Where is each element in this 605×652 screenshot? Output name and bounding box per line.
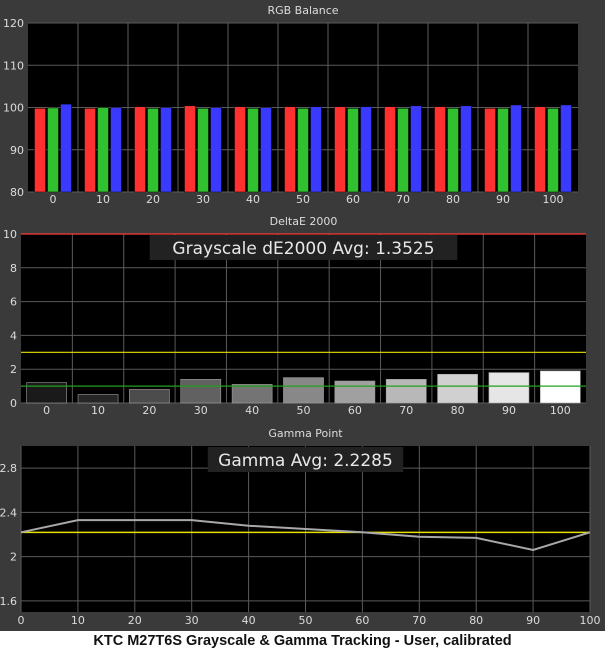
y-tick-label: 4 <box>10 329 17 342</box>
bar-red-0 <box>34 108 46 193</box>
x-tick-label: 50 <box>299 614 313 627</box>
x-tick-label: 100 <box>580 614 601 627</box>
bar-green-90 <box>497 108 509 193</box>
y-tick-label: 110 <box>3 59 24 72</box>
bar-green-20 <box>147 108 159 193</box>
x-tick-label: 10 <box>71 614 85 627</box>
bar-green-70 <box>397 108 409 193</box>
charts-svg: RGB Balance80901001101200 10 20 30 40 50 60 70 8… <box>0 4 601 627</box>
bar-de-40 <box>231 384 273 404</box>
x-tick-label: 70 <box>396 193 410 206</box>
bar-de-100 <box>539 370 581 404</box>
x-tick-label: 80 <box>451 404 465 417</box>
x-tick-label: 10 <box>96 193 110 206</box>
bar-green-50 <box>297 108 309 193</box>
bar-de-90 <box>488 372 530 404</box>
x-tick-label: 60 <box>346 193 360 206</box>
x-tick-label: 90 <box>526 614 540 627</box>
bar-blue-80 <box>460 105 472 193</box>
x-tick-label: 0 <box>50 193 57 206</box>
x-tick-label: 70 <box>412 614 426 627</box>
bar-red-100 <box>534 106 546 193</box>
x-tick-label: 80 <box>446 193 460 206</box>
y-tick-label: 2 <box>10 363 17 376</box>
bar-blue-70 <box>410 105 422 193</box>
x-tick-label: 30 <box>194 404 208 417</box>
bar-blue-60 <box>360 106 372 193</box>
annotation-text: Grayscale dE2000 Avg: 1.3525 <box>172 239 434 259</box>
x-tick-label: 50 <box>296 193 310 206</box>
x-tick-label: 80 <box>469 614 483 627</box>
bar-red-30 <box>184 105 196 193</box>
bar-red-20 <box>134 106 146 193</box>
y-tick-label: 1.6 <box>0 595 17 608</box>
y-tick-label: 8 <box>10 262 17 275</box>
bar-green-80 <box>447 108 459 193</box>
y-tick-label: 2.8 <box>0 462 17 475</box>
bar-de-60 <box>334 380 376 404</box>
figure-caption: KTC M27T6S Grayscale & Gamma Tracking - … <box>0 631 605 652</box>
bar-blue-20 <box>160 107 172 193</box>
x-tick-label: 90 <box>496 193 510 206</box>
bar-red-70 <box>384 106 396 193</box>
bar-blue-90 <box>510 104 522 193</box>
bar-green-30 <box>197 108 209 193</box>
bar-de-20 <box>129 389 170 404</box>
x-tick-label: 30 <box>185 614 199 627</box>
y-tick-label: 2 <box>10 551 17 564</box>
x-tick-label: 100 <box>543 193 564 206</box>
x-tick-label: 50 <box>297 404 311 417</box>
x-tick-label: 40 <box>246 193 260 206</box>
x-tick-label: 0 <box>43 404 50 417</box>
bar-red-60 <box>334 106 346 193</box>
y-tick-label: 100 <box>3 102 24 115</box>
chart-stage: RGB Balance 80 90 100 110 120 0 10 20 30 40 50 60 70 8… <box>0 0 605 631</box>
chart-title: DeltaE 2000 <box>270 215 338 228</box>
bar-green-0 <box>47 107 59 193</box>
chart-title: RGB Balance <box>267 4 338 17</box>
y-tick-label: 10 <box>3 228 17 241</box>
x-tick-label: 40 <box>245 404 259 417</box>
bar-blue-0 <box>60 103 72 193</box>
x-tick-label: 60 <box>355 614 369 627</box>
bar-de-80 <box>437 373 478 404</box>
bar-green-60 <box>347 108 359 193</box>
bar-de-70 <box>385 379 427 404</box>
bar-red-40 <box>234 106 246 193</box>
bar-blue-10 <box>110 107 122 193</box>
x-tick-label: 10 <box>91 404 105 417</box>
y-tick-label: 80 <box>10 186 24 199</box>
bar-red-10 <box>84 108 96 193</box>
bar-blue-30 <box>210 107 222 193</box>
x-tick-label: 20 <box>146 193 160 206</box>
x-tick-label: 100 <box>550 404 571 417</box>
bar-blue-50 <box>310 106 322 193</box>
bar-de-50 <box>283 377 324 404</box>
bar-de-30 <box>180 379 222 404</box>
annotation-text: Gamma Avg: 2.2285 <box>218 451 393 471</box>
y-tick-label: 120 <box>3 17 24 30</box>
bar-green-40 <box>247 108 259 193</box>
bar-blue-40 <box>260 107 272 193</box>
y-tick-label: 6 <box>10 296 17 309</box>
bar-red-80 <box>434 106 446 193</box>
x-tick-label: 40 <box>242 614 256 627</box>
bar-blue-100 <box>560 104 572 193</box>
x-tick-label: 90 <box>502 404 516 417</box>
bar-green-100 <box>547 108 559 193</box>
x-tick-label: 70 <box>399 404 413 417</box>
x-tick-label: 20 <box>142 404 156 417</box>
y-tick-label: 90 <box>10 144 24 157</box>
bar-red-90 <box>484 108 496 193</box>
bar-de-10 <box>77 394 119 404</box>
x-tick-label: 20 <box>128 614 142 627</box>
x-tick-label: 60 <box>348 404 362 417</box>
bar-red-50 <box>284 106 296 193</box>
bar-green-10 <box>97 107 109 193</box>
y-tick-label: 2.4 <box>0 506 17 519</box>
chart-title: Gamma Point <box>268 427 343 440</box>
x-tick-label: 30 <box>196 193 210 206</box>
y-tick-label: 0 <box>10 397 17 410</box>
x-tick-label: 0 <box>18 614 25 627</box>
